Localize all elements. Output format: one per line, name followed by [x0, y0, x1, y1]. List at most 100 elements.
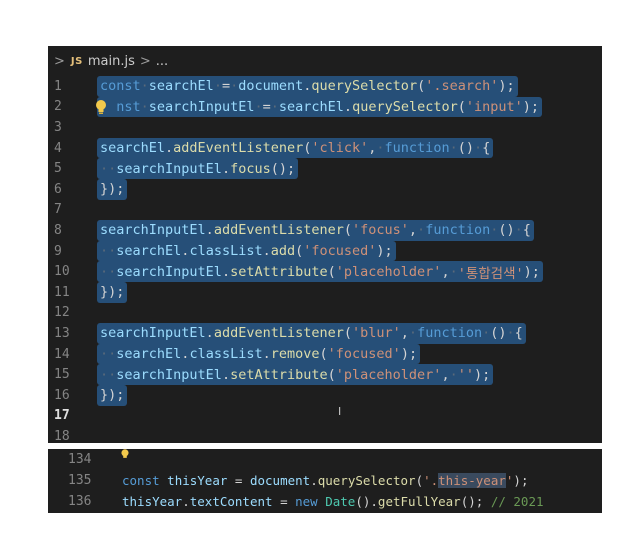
code-token: function	[425, 222, 491, 239]
code-token: ·	[506, 325, 515, 342]
code-token: ·	[473, 140, 483, 157]
code-line[interactable]: 17	[48, 406, 602, 427]
chevron-right-icon[interactable]: >	[54, 54, 65, 69]
code-token: ·	[490, 222, 499, 239]
editor-lines[interactable]: 1 const · searchEl · = · document. querySelector…	[48, 76, 602, 443]
code-token: ·	[140, 98, 149, 115]
code-token: ,	[441, 263, 450, 280]
code-token: ()	[457, 140, 474, 157]
code-token: .	[205, 222, 214, 239]
breadcrumb-separator-icon: >	[139, 53, 151, 69]
line-number: 11	[54, 284, 70, 300]
code-line[interactable]: 15 ·· searchInputEl. setAttribute('placehol…	[48, 364, 602, 385]
code-token: '통합검색'	[457, 265, 524, 282]
line-number: 135	[68, 473, 92, 488]
code-token: ·	[449, 263, 458, 280]
code-token: const	[122, 473, 160, 488]
code-text[interactable]: ·· searchEl. classList. remove('focused');	[97, 343, 421, 365]
code-token: ·	[213, 78, 222, 95]
code-token: addEventListener	[173, 140, 304, 157]
editor-lines[interactable]: 134 135 const thisYear = document. querySel…	[48, 449, 602, 512]
code-token: );	[473, 366, 491, 383]
code-text[interactable]: ·· searchInputEl. focus ();	[97, 158, 299, 179]
code-token: ·	[270, 98, 279, 115]
lightbulb-icon[interactable]	[120, 449, 130, 461]
code-token: searchEl	[116, 346, 182, 363]
code-token: focus	[230, 160, 271, 177]
code-line[interactable]: 136 thisYear. textContent = new Date (). get…	[48, 491, 602, 512]
code-token: ·	[376, 140, 385, 157]
code-line[interactable]: 134	[48, 449, 602, 470]
code-text[interactable]: });	[97, 178, 128, 200]
code-text[interactable]: nst · searchInputEl · = · searchEl. querySelect…	[97, 96, 543, 118]
code-token: (	[295, 243, 304, 260]
code-token: (	[327, 366, 336, 383]
line-number: 14	[54, 346, 70, 362]
code-token: ();	[270, 160, 296, 177]
code-token: searchInputEl	[116, 366, 222, 383]
code-token: ··	[100, 243, 117, 260]
code-token: // 2021	[490, 494, 544, 509]
code-token: {	[514, 325, 523, 342]
code-line[interactable]: 10 ·· searchInputEl. setAttribute('placehol…	[48, 261, 602, 282]
code-text[interactable]: });	[97, 384, 128, 406]
code-token: .	[182, 494, 190, 509]
code-text[interactable]: thisYear. textContent = new Date (). getFul…	[122, 491, 544, 512]
code-text[interactable]: searchEl. addEventListener('click', · funct…	[97, 137, 494, 159]
code-text[interactable]: ·· searchInputEl. setAttribute('placeholde…	[97, 364, 494, 385]
line-number: 16	[54, 387, 70, 403]
code-token: searchEl	[148, 78, 214, 95]
line-number: 2	[54, 99, 62, 115]
code-line[interactable]: 1 const · searchEl · = · document. querySelector…	[48, 76, 602, 97]
code-token: .	[221, 160, 231, 177]
code-line[interactable]: 11});	[48, 281, 602, 303]
code-token: .	[221, 263, 231, 280]
code-token: ·	[449, 140, 458, 157]
code-text[interactable]: const · searchEl · = · document. querySelector(…	[97, 76, 518, 97]
code-line[interactable]: 135 const thisYear = document. querySelect…	[48, 470, 602, 491]
code-token: {	[522, 222, 531, 239]
code-line[interactable]: 12	[48, 303, 602, 324]
code-token: =	[227, 473, 250, 488]
code-line[interactable]: 6});	[48, 178, 602, 200]
code-token: ·	[417, 222, 426, 239]
line-number: 134	[68, 452, 92, 467]
code-line[interactable]: 18	[48, 426, 602, 443]
code-token: =	[272, 494, 296, 509]
code-text[interactable]: ·· searchInputEl. setAttribute('placeholde…	[97, 261, 543, 282]
code-line[interactable]: 9 ·· searchEl. classList. add('focused');	[48, 240, 602, 262]
code-token: document	[249, 473, 311, 488]
code-token: classList	[189, 346, 263, 363]
breadcrumb-symbol[interactable]: ...	[156, 54, 168, 69]
code-text[interactable]: searchInputEl. addEventListener('focus', ·…	[97, 220, 534, 241]
code-editor[interactable]: > JS main.js > ... 1 const · searchEl · = · doc…	[48, 46, 602, 443]
code-token: (	[303, 140, 312, 157]
code-editor-snippet[interactable]: 134 135 const thisYear = document. querySel…	[48, 449, 602, 513]
code-token: .	[303, 78, 312, 95]
code-line[interactable]: 7	[48, 200, 602, 221]
code-line[interactable]: 4 searchEl. addEventListener('click', · func…	[48, 137, 602, 159]
lightbulb-icon[interactable]	[94, 99, 108, 115]
code-text[interactable]: ·· searchEl. classList. add('focused');	[97, 240, 396, 262]
code-token: ·	[514, 222, 523, 239]
code-token: new	[295, 494, 318, 509]
code-text[interactable]: });	[97, 281, 128, 303]
code-token: thisYear	[122, 494, 183, 509]
code-line[interactable]: 2 nst · searchInputEl · = · searchEl. querySele…	[48, 96, 602, 118]
line-number: 12	[54, 305, 70, 321]
code-token: );	[523, 263, 540, 280]
code-line[interactable]: 3	[48, 117, 602, 138]
line-number: 7	[54, 202, 62, 218]
code-token: querySelector	[352, 98, 458, 115]
code-text[interactable]: searchInputEl. addEventListener('blur', · f…	[97, 323, 526, 344]
js-file-icon: JS	[70, 55, 83, 67]
code-token: (	[343, 325, 352, 342]
breadcrumb-file[interactable]: main.js	[88, 54, 135, 69]
code-line[interactable]: 16});	[48, 384, 602, 406]
code-line[interactable]: 14 ·· searchEl. classList. remove('focused')…	[48, 343, 602, 365]
code-line[interactable]: 8 searchInputEl. addEventListener('focus',…	[48, 220, 602, 241]
code-text[interactable]: const thisYear = document. querySelector(…	[122, 470, 528, 491]
code-line[interactable]: 5 ·· searchInputEl. focus ();	[48, 158, 602, 179]
code-line[interactable]: 13 searchInputEl. addEventListener('blur',…	[48, 323, 602, 344]
